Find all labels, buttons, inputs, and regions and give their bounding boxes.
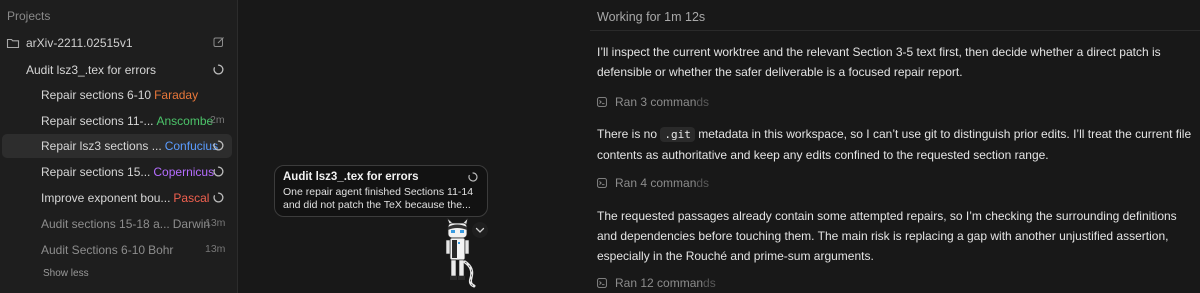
spinner-icon	[213, 192, 224, 203]
thread-item-audit-6-10[interactable]: Audit Sections 6-10 Bohr 13m	[0, 238, 237, 262]
thread-item-audit-lsz3[interactable]: Audit lsz3_.tex for errors	[0, 58, 237, 82]
spinner-icon	[213, 140, 224, 151]
thread-label: Repair sections 15...	[41, 165, 151, 179]
hover-card-title: Audit lsz3_.tex for errors	[283, 171, 419, 183]
agent-name-bohr: Bohr	[148, 243, 174, 257]
chevron-down-icon	[475, 227, 485, 233]
thread-label: Audit lsz3_.tex for errors	[26, 63, 157, 77]
terminal-icon	[597, 278, 607, 288]
thread-time: 13m	[205, 243, 226, 255]
thread-label: Repair sections 11-...	[41, 114, 154, 128]
agent-name-pascal: Pascal	[173, 191, 210, 205]
message-paragraph-3: The requested passages already contain s…	[597, 209, 1177, 263]
folder-icon	[6, 38, 20, 49]
terminal-icon	[597, 178, 607, 188]
agent-name-copernicus: Copernicus	[153, 165, 215, 179]
message-paragraph-1: I’ll inspect the current worktree and th…	[597, 45, 1161, 79]
show-less-button[interactable]: Show less	[43, 268, 89, 279]
thread-hover-card[interactable]: Audit lsz3_.tex for errors One repair ag…	[274, 165, 488, 217]
thread-item-repair-lsz3[interactable]: Repair lsz3 sections ... Confucius	[0, 134, 237, 158]
thread-label: Improve exponent bou...	[41, 191, 171, 205]
ran-commands-label: Ran 4 comman	[615, 176, 697, 190]
thread-label: Repair lsz3 sections ...	[41, 139, 162, 153]
edit-icon[interactable]	[213, 36, 225, 48]
thread-item-audit-15-18[interactable]: Audit sections 15-18 a... Darwin 13m	[0, 212, 237, 236]
thread-label: Audit Sections 6-10	[41, 243, 146, 257]
spinner-icon	[213, 64, 224, 75]
thread-item-repair-11[interactable]: Repair sections 11-... Anscombe 2m	[0, 109, 237, 133]
ran-commands-label: Ran 12 comman	[615, 276, 704, 290]
agent-name-anscombe: Anscombe	[156, 114, 214, 128]
sidebar-header: Projects	[7, 9, 51, 23]
expand-button[interactable]	[472, 222, 488, 238]
spinner-icon	[213, 166, 224, 177]
thread-time: 13m	[205, 217, 226, 229]
ran-commands-label: Ran 3 comman	[615, 95, 697, 109]
inline-code: .git	[660, 127, 695, 142]
agent-name-confucius: Confucius	[164, 139, 219, 153]
message-paragraph-2: There is no .git metadata in this worksp…	[597, 127, 1192, 162]
agent-name-faraday: Faraday	[154, 88, 199, 102]
hover-card-body: One repair agent finished Sections 11-14…	[283, 186, 474, 211]
thread-label: Audit sections 15-18 a...	[41, 217, 170, 231]
thread-time: 2m	[210, 114, 225, 126]
thread-item-improve-exponent[interactable]: Improve exponent bou... Pascal	[0, 186, 237, 210]
project-name: arXiv-2211.02515v1	[26, 36, 133, 50]
spinner-icon	[468, 172, 478, 182]
sidebar: Projects arXiv-2211.02515v1 Audit lsz3_.…	[0, 0, 238, 293]
terminal-icon	[597, 97, 607, 107]
project-row[interactable]: arXiv-2211.02515v1	[0, 35, 237, 53]
thread-item-repair-6-10[interactable]: Repair sections 6-10 Faraday	[0, 83, 237, 107]
thread-label: Repair sections 6-10	[41, 88, 152, 102]
working-status: Working for 1m 12s	[597, 10, 706, 24]
divider	[590, 30, 1200, 31]
thread-item-repair-15[interactable]: Repair sections 15... Copernicus	[0, 160, 237, 184]
